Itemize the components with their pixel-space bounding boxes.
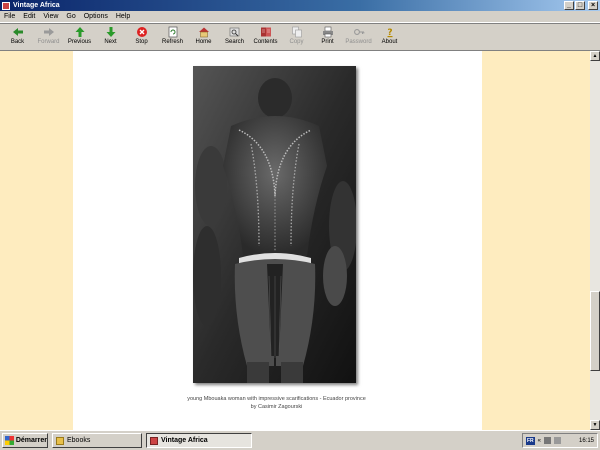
task-ebooks[interactable]: Ebooks (52, 433, 142, 448)
down-arrow-icon (106, 27, 115, 37)
refresh-label: Refresh (161, 39, 183, 45)
menu-edit[interactable]: Edit (19, 13, 39, 20)
scroll-down-arrow[interactable]: ▼ (590, 420, 600, 430)
menu-view[interactable]: View (39, 13, 62, 20)
refresh-icon (168, 26, 177, 38)
minimize-button[interactable]: _ (564, 1, 574, 10)
taskbar: Démarrer Ebooks Vintage Africa FR « 16:1… (0, 430, 600, 450)
search-label: Search (224, 39, 244, 45)
about-button[interactable]: ? About (374, 24, 405, 50)
up-arrow-icon (75, 27, 84, 37)
previous-button[interactable]: Previous (64, 24, 95, 50)
start-button[interactable]: Démarrer (2, 433, 48, 448)
start-label: Démarrer (15, 437, 47, 444)
toolbar: Back Forward Previous Next Stop Refresh … (0, 23, 600, 51)
copy-label: Copy (289, 39, 304, 45)
title-bar[interactable]: Vintage Africa _ □ × (0, 0, 600, 11)
menu-go[interactable]: Go (62, 13, 79, 20)
right-decor-band (482, 51, 590, 430)
back-button[interactable]: Back (2, 24, 33, 50)
photo-caption: young Mbouaka woman with impressive scar… (150, 395, 403, 411)
home-icon (198, 27, 209, 38)
system-tray: FR « 16:15 (522, 433, 598, 448)
menu-options[interactable]: Options (80, 13, 112, 20)
app-icon (2, 1, 10, 10)
task-ebooks-label: Ebooks (67, 437, 91, 444)
clock[interactable]: 16:15 (579, 438, 594, 444)
window-title: Vintage Africa (13, 2, 60, 9)
contents-icon (260, 27, 271, 37)
app-icon (150, 436, 158, 445)
network-icon[interactable] (544, 437, 552, 444)
menu-bar: File Edit View Go Options Help (0, 11, 600, 23)
vintage-photo (193, 66, 356, 383)
document-view: young Mbouaka woman with impressive scar… (0, 51, 590, 430)
scroll-up-arrow[interactable]: ▲ (590, 51, 600, 61)
left-decor-band (0, 51, 73, 430)
menu-help[interactable]: Help (112, 13, 134, 20)
caption-line-2: by Casimir Zagourski (250, 404, 303, 410)
task-vintage-africa-label: Vintage Africa (161, 437, 208, 444)
next-label: Next (104, 39, 117, 45)
stop-button[interactable]: Stop (126, 24, 157, 50)
vertical-scrollbar[interactable]: ▲ ▼ (590, 51, 600, 430)
stop-label: Stop (135, 39, 148, 45)
contents-label: Contents (253, 39, 278, 45)
home-button[interactable]: Home (188, 24, 219, 50)
forward-button[interactable]: Forward (33, 24, 64, 50)
about-label: About (381, 39, 398, 45)
close-button[interactable]: × (588, 1, 598, 10)
menu-file[interactable]: File (0, 13, 19, 20)
windows-logo-icon (5, 436, 14, 445)
stop-icon (136, 27, 147, 37)
forward-arrow-icon (43, 28, 54, 36)
copy-icon (291, 26, 302, 38)
volume-icon[interactable] (554, 437, 562, 444)
forward-label: Forward (37, 39, 60, 45)
language-indicator[interactable]: FR (526, 436, 535, 445)
back-label: Back (10, 39, 25, 45)
print-label: Print (321, 39, 334, 45)
print-button[interactable]: Print (312, 24, 343, 50)
next-button[interactable]: Next (95, 24, 126, 50)
photo-image (193, 66, 356, 383)
tray-expand-icon[interactable]: « (538, 438, 541, 444)
back-arrow-icon (12, 28, 23, 36)
search-button[interactable]: Search (219, 24, 250, 50)
password-label: Password (345, 39, 372, 45)
password-button[interactable]: Password (343, 24, 374, 50)
search-icon (229, 27, 239, 37)
home-label: Home (195, 39, 212, 45)
key-icon (353, 29, 364, 35)
folder-icon (56, 436, 64, 445)
copy-button[interactable]: Copy (281, 24, 312, 50)
refresh-button[interactable]: Refresh (157, 24, 188, 50)
question-icon: ? (387, 28, 392, 38)
task-vintage-africa[interactable]: Vintage Africa (146, 433, 252, 448)
contents-button[interactable]: Contents (250, 24, 281, 50)
maximize-button[interactable]: □ (575, 1, 585, 10)
caption-line-1: young Mbouaka woman with impressive scar… (187, 396, 366, 402)
previous-label: Previous (67, 39, 92, 45)
print-icon (322, 26, 333, 38)
scroll-thumb[interactable] (590, 291, 600, 371)
